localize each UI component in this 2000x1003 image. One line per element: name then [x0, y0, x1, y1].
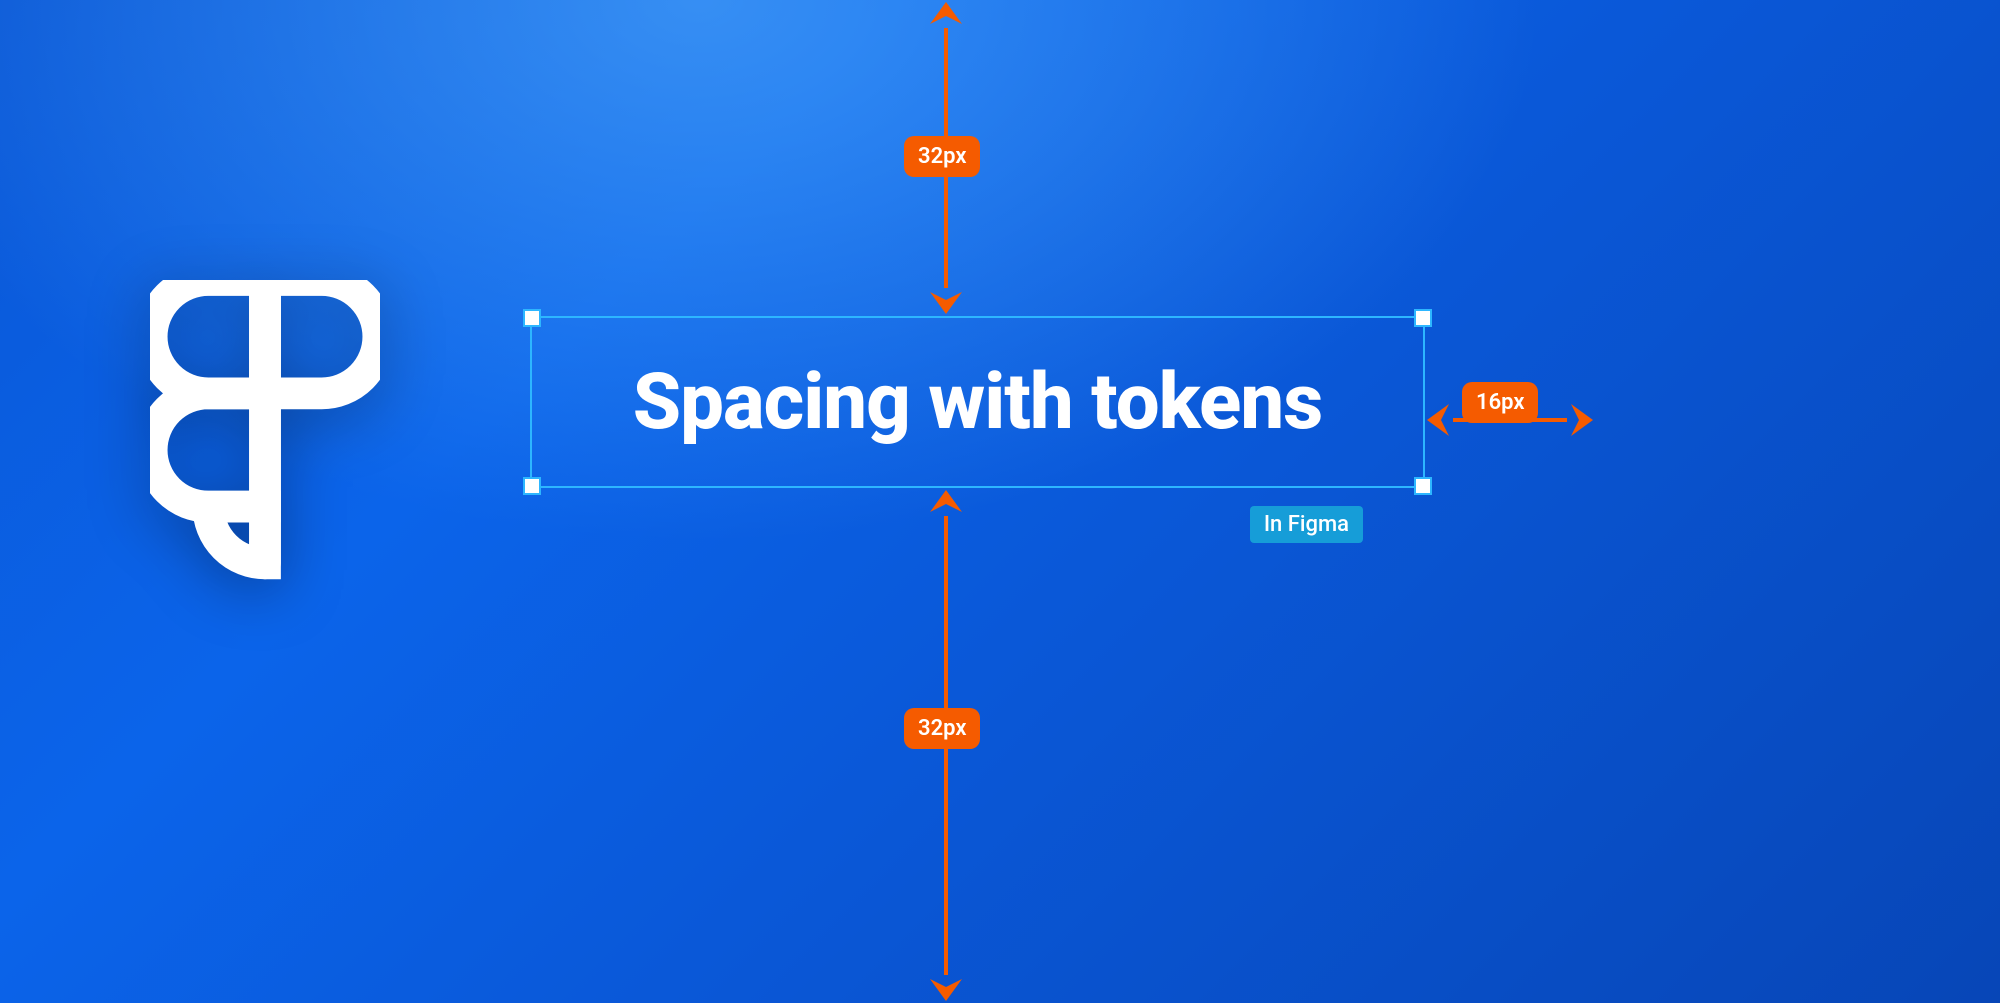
- spacing-measure-bottom: 32px: [926, 488, 966, 1003]
- spacing-measure-top: 32px: [926, 0, 966, 316]
- selection-dimensions-label: In Figma: [1250, 506, 1363, 543]
- spacing-value-bottom: 32px: [904, 708, 980, 749]
- selection-handle-top-left[interactable]: [523, 309, 541, 327]
- figma-logo-icon: [150, 280, 380, 620]
- arrow-up-icon: [926, 488, 966, 516]
- arrow-down-icon: [926, 975, 966, 1003]
- selected-text-content: Spacing with tokens: [633, 357, 1323, 448]
- arrow-right-icon: [1567, 400, 1595, 440]
- selection-handle-bottom-left[interactable]: [523, 477, 541, 495]
- spacing-value-right: 16px: [1462, 382, 1538, 423]
- arrow-down-icon: [926, 288, 966, 316]
- selected-text-frame[interactable]: Spacing with tokens In Figma: [530, 316, 1425, 488]
- spacing-value-top: 32px: [904, 136, 980, 177]
- arrow-up-icon: [926, 0, 966, 28]
- figma-canvas[interactable]: Spacing with tokens In Figma 32px 32px: [0, 0, 2000, 1003]
- selection-handle-top-right[interactable]: [1414, 309, 1432, 327]
- arrow-left-icon: [1425, 400, 1453, 440]
- selection-handle-bottom-right[interactable]: [1414, 477, 1432, 495]
